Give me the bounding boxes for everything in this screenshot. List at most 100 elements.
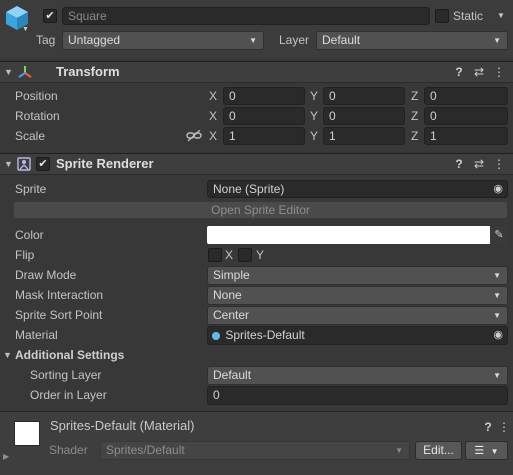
edit-shader-button[interactable]: Edit... (415, 441, 462, 460)
material-object-field[interactable]: Sprites-Default ◉ (207, 326, 508, 345)
flip-label: Flip (15, 248, 35, 262)
axis-z-label[interactable]: Z (411, 108, 418, 124)
position-x-field[interactable]: 0 (223, 87, 305, 105)
sorting-layer-dropdown[interactable]: Default ▼ (207, 366, 508, 385)
position-z-field[interactable]: 0 (424, 87, 508, 105)
axis-z-label[interactable]: Z (411, 128, 418, 144)
scale-label: Scale (15, 129, 46, 143)
chevron-down-icon: ▼ (493, 371, 501, 380)
draw-mode-label: Draw Mode (15, 268, 77, 282)
link-icon[interactable] (186, 129, 202, 142)
static-dropdown-caret[interactable]: ▼ (497, 11, 505, 20)
color-swatch[interactable] (207, 226, 490, 244)
additional-settings-label[interactable]: Additional Settings (15, 347, 124, 363)
mask-interaction-value: None (213, 288, 242, 302)
menu-icon[interactable]: ⋮ (492, 64, 506, 80)
menu-icon[interactable]: ⋮ (492, 156, 506, 172)
sprite-sort-point-dropdown[interactable]: Center ▼ (207, 306, 508, 325)
order-in-layer-label: Order in Layer (30, 388, 107, 402)
sprite-label: Sprite (15, 182, 47, 196)
transform-header[interactable]: ▼ Transform ? ⇄ ⋮ (0, 61, 513, 83)
layer-dropdown[interactable]: Default ▼ (316, 31, 508, 50)
draw-mode-value: Simple (213, 268, 250, 282)
flip-y-checkbox[interactable] (238, 248, 252, 262)
position-label: Position (15, 89, 58, 103)
help-icon[interactable]: ? (452, 64, 466, 80)
rotation-label: Rotation (15, 109, 60, 123)
chevron-down-icon: ▼ (395, 446, 403, 455)
material-value: Sprites-Default (225, 328, 305, 342)
mask-interaction-label: Mask Interaction (15, 288, 104, 302)
sprite-renderer-title: Sprite Renderer (56, 156, 154, 171)
sprite-renderer-enabled-checkbox[interactable]: ✔ (36, 157, 50, 171)
open-sprite-editor-button: Open Sprite Editor (13, 201, 508, 219)
fold-arrow-icon[interactable]: ▼ (3, 347, 12, 363)
flip-y-label: Y (256, 248, 265, 262)
axis-x-label[interactable]: X (209, 128, 217, 144)
shader-dropdown[interactable]: Sprites/Default ▼ (100, 441, 410, 460)
scale-y-field[interactable]: 1 (323, 127, 405, 145)
shader-label: Shader (49, 443, 88, 457)
rotation-z-field[interactable]: 0 (424, 107, 508, 125)
flip-x-label: X (225, 248, 234, 262)
chevron-down-icon: ▼ (493, 271, 501, 280)
axis-x-label[interactable]: X (209, 88, 217, 104)
material-label: Material (15, 328, 58, 342)
draw-mode-dropdown[interactable]: Simple ▼ (207, 266, 508, 285)
axis-y-label[interactable]: Y (310, 128, 318, 144)
chevron-down-icon: ▼ (490, 447, 499, 456)
list-icon: ☰ (474, 445, 485, 457)
tag-value: Untagged (68, 33, 121, 47)
rotation-y-field[interactable]: 0 (323, 107, 405, 125)
sprite-renderer-header[interactable]: ▼ ✔ Sprite Renderer ? ⇄ ⋮ (0, 153, 513, 175)
order-in-layer-field[interactable]: 0 (207, 386, 508, 405)
presets-icon[interactable]: ⇄ (472, 64, 486, 80)
chevron-down-icon: ▼ (493, 291, 501, 300)
sorting-layer-value: Default (213, 368, 252, 382)
sorting-layer-label: Sorting Layer (30, 368, 102, 382)
mask-interaction-dropdown[interactable]: None ▼ (207, 286, 508, 305)
sprite-sort-point-label: Sprite Sort Point (15, 308, 103, 322)
sprite-value: None (Sprite) (213, 182, 285, 196)
presets-icon[interactable]: ⇄ (472, 156, 486, 172)
fold-arrow-icon[interactable]: ▼ (4, 64, 13, 80)
layer-label: Layer (279, 33, 310, 47)
color-label: Color (15, 228, 44, 242)
icon-dropdown-caret[interactable]: ▼ (22, 26, 29, 33)
help-icon[interactable]: ? (481, 419, 495, 435)
sprite-object-field[interactable]: None (Sprite) ◉ (207, 180, 508, 198)
transform-title: Transform (56, 64, 120, 79)
chevron-down-icon: ▼ (493, 36, 501, 45)
axis-z-label[interactable]: Z (411, 88, 418, 104)
rotation-x-field[interactable]: 0 (223, 107, 305, 125)
position-y-field[interactable]: 0 (323, 87, 405, 105)
menu-icon[interactable]: ⋮ (497, 419, 511, 435)
material-preview-swatch[interactable] (14, 421, 40, 446)
fold-arrow-icon[interactable]: ▼ (4, 156, 13, 172)
shader-value: Sprites/Default (106, 443, 185, 457)
tag-dropdown[interactable]: Untagged ▼ (62, 31, 264, 50)
scale-x-field[interactable]: 1 (223, 127, 305, 145)
object-picker-icon[interactable]: ◉ (493, 327, 503, 343)
chevron-down-icon: ▼ (249, 36, 257, 45)
axis-y-label[interactable]: Y (310, 88, 318, 104)
transform-icon (16, 64, 34, 80)
material-title: Sprites-Default (Material) (50, 418, 195, 433)
shader-options-button[interactable]: ☰ ▼ (465, 441, 508, 460)
object-picker-icon[interactable]: ◉ (493, 181, 503, 197)
static-checkbox[interactable] (435, 9, 449, 23)
axis-x-label[interactable]: X (209, 108, 217, 124)
material-fold-arrow-icon[interactable]: ▶ (3, 449, 9, 465)
active-checkbox[interactable]: ✔ (43, 9, 57, 23)
axis-y-label[interactable]: Y (310, 108, 318, 124)
object-name-input[interactable]: Square (62, 7, 430, 25)
scale-z-field[interactable]: 1 (424, 127, 508, 145)
flip-x-checkbox[interactable] (208, 248, 222, 262)
tag-label: Tag (36, 33, 56, 47)
sprite-renderer-icon (17, 157, 31, 171)
eyedropper-icon[interactable]: ✎ (490, 226, 508, 244)
sprite-sort-point-value: Center (213, 308, 250, 322)
material-asset-icon (212, 331, 220, 340)
layer-value: Default (322, 33, 361, 47)
help-icon[interactable]: ? (452, 156, 466, 172)
